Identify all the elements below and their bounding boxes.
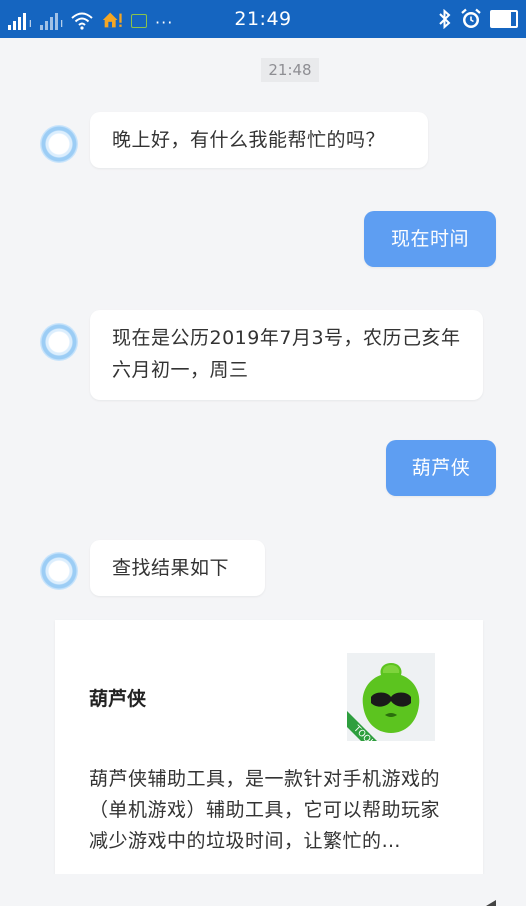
- bot-message: 晚上好，有什么我能帮忙的吗？: [90, 112, 428, 168]
- battery-icon: [490, 10, 518, 28]
- bot-message: 查找结果如下: [90, 540, 265, 596]
- assistant-avatar: [40, 552, 78, 590]
- user-message[interactable]: 葫芦侠: [386, 440, 496, 496]
- assistant-avatar: [40, 125, 78, 163]
- alarm-icon: [461, 8, 481, 28]
- search-result-card[interactable]: 葫芦侠 TOOL 葫芦侠辅助工具，是一款针对手机游戏的（单机游戏）辅助工具，它可…: [55, 620, 483, 874]
- user-message-text: 现在时间: [390, 228, 469, 250]
- bot-message: 现在是公历2019年7月3号，农历己亥年六月初一，周三: [90, 310, 483, 400]
- status-bar: l l ··· 21:49: [0, 0, 526, 38]
- bluetooth-icon: [439, 9, 451, 29]
- huluxia-app-icon: TOOL: [347, 653, 435, 741]
- assistant-avatar: [40, 323, 78, 361]
- bottom-area: [0, 874, 526, 906]
- result-description: 葫芦侠辅助工具，是一款针对手机游戏的（单机游戏）辅助工具，它可以帮助玩家减少游戏…: [89, 768, 441, 852]
- bot-message-text: 查找结果如下: [112, 557, 230, 579]
- bot-message-text: 现在是公历2019年7月3号，农历己亥年六月初一，周三: [112, 327, 461, 381]
- bot-message-text: 晚上好，有什么我能帮忙的吗？: [112, 129, 386, 151]
- result-title: 葫芦侠: [89, 688, 147, 710]
- chat-timestamp: 21:48: [261, 58, 319, 82]
- user-message[interactable]: 现在时间: [364, 211, 496, 267]
- user-message-text: 葫芦侠: [411, 457, 471, 479]
